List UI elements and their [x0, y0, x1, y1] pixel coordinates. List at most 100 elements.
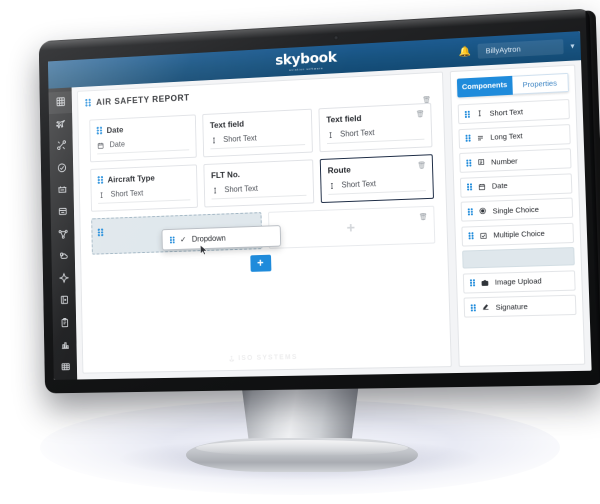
compass-icon [59, 273, 69, 287]
drag-handle-icon[interactable] [471, 304, 476, 311]
text-cursor-icon [98, 191, 105, 199]
trash-icon[interactable]: 🗑 [419, 213, 428, 221]
field-card-flt-no[interactable]: FLT No. Short Text [203, 159, 314, 207]
field-input[interactable]: Short Text [328, 177, 426, 195]
component-label: Signature [495, 301, 527, 311]
empty-field-slot[interactable]: + 🗑 [268, 206, 435, 249]
tab-components[interactable]: Components [457, 76, 512, 98]
grid-icon [55, 96, 65, 110]
sidebar-item-records[interactable] [51, 202, 75, 225]
component-label: Long Text [490, 131, 523, 141]
signature-icon [482, 303, 490, 311]
form-section: 🗑 Date Date Text field Short Text 🗑 Text… [86, 97, 440, 279]
mouse-cursor-icon [200, 243, 209, 261]
form-canvas[interactable]: AIR SAFETY REPORT 🗑 Date Date Text field… [77, 72, 452, 374]
sidebar-item-network[interactable] [51, 224, 75, 247]
field-card-route[interactable]: 🗑 Route Short Text [320, 154, 434, 203]
chevron-down-icon[interactable]: ▾ [570, 41, 574, 50]
component-label: Short Text [489, 107, 523, 118]
brand-logo[interactable]: skybook aviation software [275, 49, 337, 72]
monitor: skybook aviation software 🔔 BillyAytron … [26, 0, 600, 407]
sidebar-item-reports[interactable] [53, 335, 77, 358]
screen: skybook aviation software 🔔 BillyAytron … [48, 31, 592, 380]
field-row: Aircraft Type Short Text FLT No. Short T… [90, 154, 434, 212]
field-input[interactable]: Date [97, 137, 189, 155]
component-item-dropdown-placeholder[interactable] [462, 247, 575, 269]
check-icon: ✓ [180, 235, 186, 244]
field-card-text-1[interactable]: Text field Short Text [202, 109, 313, 158]
drag-handle-icon[interactable] [465, 110, 470, 117]
lines-icon [476, 133, 484, 141]
field-input[interactable]: Short Text [211, 182, 306, 199]
bar-chart-icon [60, 339, 70, 353]
add-row-button[interactable]: + [250, 255, 271, 272]
sidebar-item-navigation[interactable] [52, 268, 76, 291]
sidebar-item-compliance[interactable] [50, 157, 74, 180]
add-field-placeholder-icon[interactable]: + [346, 220, 355, 235]
form-title-text: AIR SAFETY REPORT [96, 93, 190, 107]
top-bar-right: 🔔 BillyAytron ▾ [458, 38, 574, 59]
sidebar-item-weather[interactable] [51, 246, 75, 269]
drag-handle-icon[interactable] [466, 159, 471, 166]
drag-handle-icon[interactable] [85, 99, 91, 107]
field-input[interactable]: Short Text [327, 126, 425, 144]
component-item-number[interactable]: Number [459, 148, 571, 173]
drag-handle-icon[interactable] [97, 127, 103, 135]
anchor-icon [228, 355, 235, 362]
monitor-stand-highlight [196, 440, 408, 456]
field-placeholder: Date [110, 140, 125, 149]
field-label: Text field [326, 113, 361, 124]
field-placeholder: Short Text [341, 179, 376, 189]
field-input[interactable]: Short Text [210, 131, 305, 149]
drag-handle-icon[interactable] [466, 135, 471, 142]
tab-properties[interactable]: Properties [512, 73, 569, 95]
text-cursor-icon [327, 131, 335, 139]
hangar-icon [57, 184, 67, 198]
watermark: ISO SYSTEMS [83, 351, 450, 365]
clipboard-icon [59, 317, 69, 331]
sidebar-item-flights[interactable] [49, 113, 73, 136]
field-placeholder: Short Text [224, 184, 258, 194]
component-item-image-upload[interactable]: Image Upload [463, 270, 576, 293]
component-label: Single Choice [492, 204, 539, 215]
bell-icon[interactable]: 🔔 [458, 46, 471, 58]
component-item-long-text[interactable]: Long Text [458, 124, 570, 149]
field-card-aircraft-type[interactable]: Aircraft Type Short Text [90, 164, 198, 211]
component-item-short-text[interactable]: Short Text [458, 99, 570, 124]
field-placeholder: Short Text [223, 134, 257, 144]
scene: skybook aviation software 🔔 BillyAytron … [0, 0, 600, 504]
drag-handle-icon[interactable] [470, 279, 475, 286]
field-card-date[interactable]: Date Date [89, 114, 196, 162]
field-card-text-2[interactable]: 🗑 Text field Short Text [318, 103, 432, 152]
drag-handle-icon[interactable] [468, 232, 473, 239]
field-input[interactable]: Short Text [98, 187, 190, 204]
table-icon [60, 362, 70, 376]
drag-handle-icon[interactable] [467, 183, 472, 190]
content-area: AIR SAFETY REPORT 🗑 Date Date Text field… [71, 31, 592, 379]
text-cursor-icon [211, 186, 219, 194]
component-item-single-choice[interactable]: Single Choice [461, 198, 574, 222]
drag-handle-icon[interactable] [98, 228, 104, 236]
drag-handle-icon[interactable] [98, 176, 104, 184]
component-item-date[interactable]: Date [460, 173, 572, 197]
sidebar-item-dashboard[interactable] [49, 91, 73, 114]
dragging-component-chip[interactable]: ✓ Dropdown [161, 225, 281, 250]
drag-handle-icon[interactable] [468, 208, 473, 215]
text-cursor-icon [476, 109, 484, 117]
sidebar-item-forms[interactable] [53, 313, 77, 336]
checkbox-icon [479, 231, 487, 239]
text-cursor-icon [328, 181, 336, 189]
field-label: Aircraft Type [108, 173, 155, 185]
user-menu[interactable]: BillyAytron [477, 39, 563, 59]
component-item-signature[interactable]: Signature [464, 295, 577, 318]
component-item-multiple-choice[interactable]: Multiple Choice [461, 222, 574, 246]
trash-icon[interactable]: 🗑 [417, 161, 426, 169]
sidebar-item-modules[interactable] [53, 357, 77, 380]
sidebar-item-fleet[interactable] [50, 179, 74, 202]
number-icon [477, 158, 485, 166]
dragging-component-label: Dropdown [192, 233, 226, 243]
user-name: BillyAytron [485, 44, 520, 55]
sidebar-item-documents[interactable] [52, 290, 76, 313]
trash-icon[interactable]: 🗑 [416, 110, 425, 118]
sidebar-item-crew-routing[interactable] [49, 135, 73, 158]
